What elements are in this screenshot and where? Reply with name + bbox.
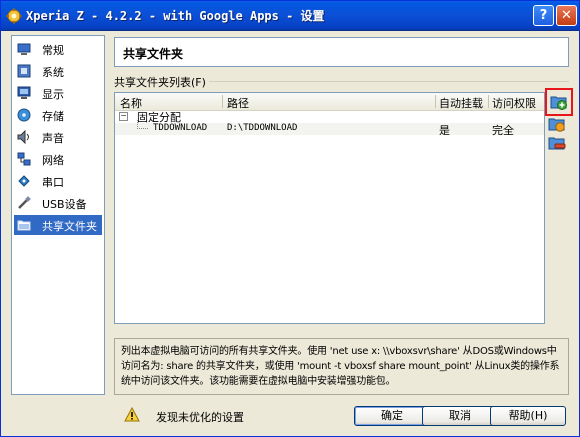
column-header-automount[interactable]: 自动挂载 <box>439 95 483 111</box>
general-icon <box>17 43 31 55</box>
sidebar-item-label: 存储 <box>42 110 64 123</box>
cell-access: 完全 <box>492 124 514 137</box>
cell-path: D:\TDDOWNLOAD <box>227 123 298 133</box>
system-icon <box>17 64 31 78</box>
page-header: 共享文件夹 <box>114 37 569 67</box>
sidebar-item-serial[interactable]: 串口 <box>14 171 102 191</box>
remove-shared-folder-icon[interactable] <box>548 134 566 152</box>
collapse-toggle[interactable]: − <box>119 112 128 121</box>
sidebar-item-label: 网络 <box>42 154 64 167</box>
title-bar[interactable]: Xperia Z - 4.2.2 - with Google Apps - 设置… <box>1 1 579 31</box>
column-header-path[interactable]: 路径 <box>227 95 249 111</box>
sidebar-item-label: 串口 <box>42 176 64 189</box>
sidebar-item-audio[interactable]: 声音 <box>14 127 102 147</box>
shared-folders-list-label: 共享文件夹列表(F) <box>114 76 206 89</box>
column-divider[interactable] <box>435 95 436 108</box>
sidebar-item-system[interactable]: 系统 <box>14 61 102 81</box>
sidebar-item-label: 共享文件夹 <box>42 220 97 233</box>
edit-shared-folder-icon[interactable] <box>548 115 566 133</box>
sidebar-item-general[interactable]: 常规 <box>14 39 102 59</box>
tree-connector <box>137 120 148 129</box>
sidebar-item-usb[interactable]: USB设备 <box>14 193 102 213</box>
cancel-button[interactable]: 取消 <box>422 406 498 426</box>
audio-icon <box>17 130 29 144</box>
app-gear-icon <box>6 8 22 24</box>
warning-icon[interactable] <box>124 407 140 422</box>
cell-automount: 是 <box>439 124 450 137</box>
sidebar-item-label: 声音 <box>42 132 64 145</box>
ok-button[interactable]: 确定 <box>354 406 430 426</box>
window-title: Xperia Z - 4.2.2 - with Google Apps - 设置 <box>26 9 325 23</box>
shared-folders-table[interactable]: 名称 路径 自动挂载 访问权限 − 固定分配 TDDOWNLOAD D:\TDD… <box>114 92 545 324</box>
sidebar-item-label: 常规 <box>42 44 64 57</box>
sidebar-item-label: USB设备 <box>42 198 87 211</box>
shared-folder-icon <box>17 220 31 231</box>
column-divider[interactable] <box>488 95 489 108</box>
usb-icon <box>18 196 31 209</box>
help-button[interactable]: 帮助(H) <box>490 406 566 426</box>
column-divider[interactable] <box>222 95 223 108</box>
settings-window: Xperia Z - 4.2.2 - with Google Apps - 设置… <box>0 0 580 437</box>
sidebar-item-label: 系统 <box>42 66 64 79</box>
cell-name: TDDOWNLOAD <box>153 123 208 133</box>
description-panel: 列出本虚拟电脑可访问的所有共享文件夹。使用 'net use x: \\vbox… <box>114 338 569 395</box>
sidebar-item-shared-folders[interactable]: 共享文件夹 <box>14 215 102 235</box>
table-row[interactable]: TDDOWNLOAD D:\TDDOWNLOAD 是 完全 <box>115 120 544 137</box>
add-folder-icon <box>550 96 567 110</box>
network-icon <box>17 152 31 166</box>
table-group-row[interactable]: − 固定分配 <box>115 110 544 124</box>
sidebar-item-network[interactable]: 网络 <box>14 149 102 169</box>
title-close-button[interactable]: ✕ <box>556 5 577 26</box>
sidebar-item-storage[interactable]: 存储 <box>14 105 102 125</box>
display-icon <box>17 86 31 99</box>
warning-message: 发现未优化的设置 <box>156 411 244 424</box>
add-shared-folder-button[interactable] <box>545 88 573 116</box>
group-divider <box>209 81 569 82</box>
page-title: 共享文件夹 <box>123 47 184 61</box>
title-help-button[interactable]: ? <box>533 5 554 26</box>
sidebar-item-label: 显示 <box>42 88 64 101</box>
serial-icon <box>18 175 30 187</box>
storage-icon <box>17 108 31 122</box>
column-header-access[interactable]: 访问权限 <box>492 95 536 111</box>
settings-sidebar: 常规 系统 显示 存储 声音 网络 串口 USB设备 共享文件夹 <box>11 35 105 395</box>
sidebar-item-display[interactable]: 显示 <box>14 83 102 103</box>
description-text: 列出本虚拟电脑可访问的所有共享文件夹。使用 'net use x: \\vbox… <box>121 346 560 387</box>
